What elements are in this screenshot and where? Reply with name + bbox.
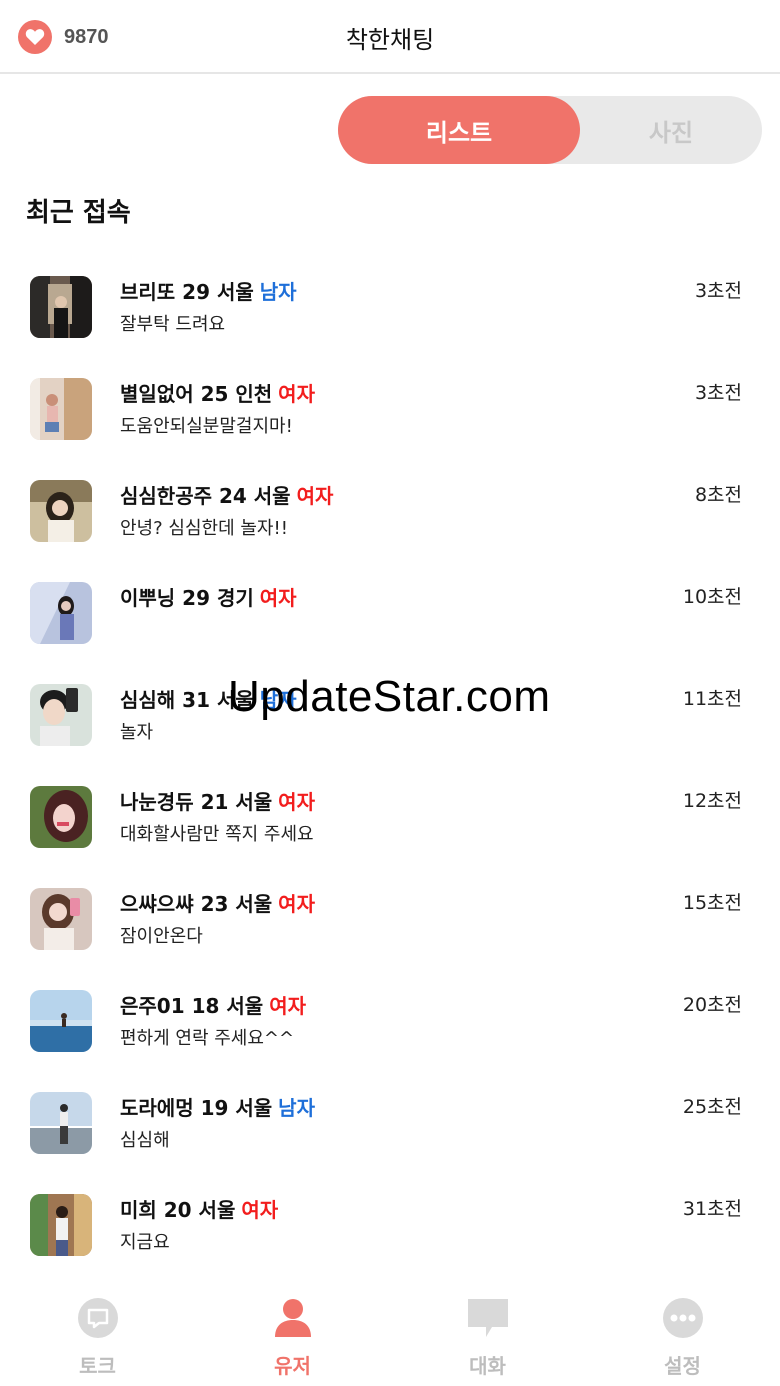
gender-label: 남자	[259, 688, 297, 712]
bottom-nav: 토크 유저 대화 설정	[0, 1280, 780, 1386]
avatar[interactable]	[30, 378, 92, 440]
list-item[interactable]: 심심해 31 서울 남자 놀자 11초전	[0, 666, 780, 768]
list-item[interactable]: 브리또 29 서울 남자 잘부탁 드려요 3초전	[0, 258, 780, 360]
user-name: 심심한공주 24 서울 여자	[120, 484, 334, 508]
user-message: 놀자	[120, 722, 154, 743]
avatar[interactable]	[30, 276, 92, 338]
list-item[interactable]: 별일없어 25 인천 여자 도움안되실분말걸지마! 3초전	[0, 360, 780, 462]
last-seen: 11초전	[682, 688, 742, 710]
gender-label: 남자	[278, 1096, 315, 1120]
gender-label: 여자	[269, 994, 307, 1018]
list-item[interactable]: 으쌰으쌰 23 서울 여자 잠이안온다 15초전	[0, 870, 780, 972]
gender-label: 여자	[296, 484, 334, 508]
user-name: 은주01 18 서울 여자	[120, 994, 307, 1018]
nav-label: 유저	[274, 1354, 311, 1378]
gender-label: 여자	[241, 1198, 279, 1222]
last-seen: 15초전	[682, 892, 742, 914]
user-message: 심심해	[120, 1130, 170, 1151]
user-name: 브리또 29 서울 남자	[120, 280, 297, 304]
gender-label: 남자	[259, 280, 297, 304]
user-list: 브리또 29 서울 남자 잘부탁 드려요 3초전 별일없어 25 인천 여자 도움안…	[0, 258, 780, 1278]
avatar[interactable]	[30, 990, 92, 1052]
user-message: 편하게 연락 주세요^^	[120, 1028, 295, 1049]
avatar[interactable]	[30, 1194, 92, 1256]
user-message: 도움안되실분말걸지마!	[120, 416, 293, 437]
talk-bubble-icon	[76, 1296, 120, 1340]
user-name: 도라에멍 19 서울 남자	[120, 1096, 315, 1120]
page-title: 착한채팅	[345, 26, 435, 54]
view-toggle: 리스트 사진	[338, 96, 762, 164]
user-name: 으쌰으쌰 23 서울 여자	[120, 892, 315, 916]
user-message: 안녕? 심심한데 놀자!!	[120, 518, 288, 539]
last-seen: 10초전	[682, 586, 742, 608]
nav-label: 설정	[664, 1354, 701, 1378]
user-name: 이뿌닝 29 경기 여자	[120, 586, 297, 610]
top-bar: 9870 착한채팅	[0, 0, 780, 74]
last-seen: 3초전	[694, 280, 742, 302]
chat-icon	[466, 1296, 510, 1340]
last-seen: 12초전	[682, 790, 742, 812]
last-seen: 31초전	[682, 1198, 742, 1220]
last-seen: 25초전	[682, 1096, 742, 1118]
gender-label: 여자	[278, 892, 315, 916]
last-seen: 20초전	[682, 994, 742, 1016]
user-message: 지금요	[120, 1232, 170, 1253]
avatar[interactable]	[30, 1092, 92, 1154]
avatar[interactable]	[30, 480, 92, 542]
gender-label: 여자	[278, 790, 315, 814]
list-item[interactable]: 미희 20 서울 여자 지금요 31초전	[0, 1176, 780, 1278]
user-icon	[271, 1296, 315, 1340]
nav-tab-users[interactable]: 유저	[195, 1280, 390, 1386]
user-message: 잘부탁 드려요	[120, 314, 226, 335]
toggle-photo-button[interactable]: 사진	[580, 96, 762, 164]
user-name: 별일없어 25 인천 여자	[120, 382, 315, 406]
avatar[interactable]	[30, 582, 92, 644]
app-root: 9870 착한채팅 리스트 사진 최근 접속 브리또 29 서울 남자 잘부탁 드…	[0, 0, 780, 1386]
toggle-list-button[interactable]: 리스트	[338, 96, 580, 164]
section-title: 최근 접속	[26, 198, 131, 228]
more-dots-icon	[661, 1296, 705, 1340]
user-message: 잠이안온다	[120, 926, 203, 947]
gender-label: 여자	[259, 586, 297, 610]
list-item[interactable]: 도라에멍 19 서울 남자 심심해 25초전	[0, 1074, 780, 1176]
avatar[interactable]	[30, 684, 92, 746]
user-name: 나눈경듀 21 서울 여자	[120, 790, 315, 814]
nav-tab-chat[interactable]: 대화	[390, 1280, 585, 1386]
list-item[interactable]: 심심한공주 24 서울 여자 안녕? 심심한데 놀자!! 8초전	[0, 462, 780, 564]
list-item[interactable]: 은주01 18 서울 여자 편하게 연락 주세요^^ 20초전	[0, 972, 780, 1074]
last-seen: 8초전	[694, 484, 742, 506]
user-name: 미희 20 서울 여자	[120, 1198, 279, 1222]
list-item[interactable]: 나눈경듀 21 서울 여자 대화할사람만 쪽지 주세요 12초전	[0, 768, 780, 870]
nav-label: 대화	[469, 1354, 506, 1378]
nav-tab-settings[interactable]: 설정	[585, 1280, 780, 1386]
user-message: 대화할사람만 쪽지 주세요	[120, 824, 314, 845]
avatar[interactable]	[30, 888, 92, 950]
avatar[interactable]	[30, 786, 92, 848]
nav-tab-talk[interactable]: 토크	[0, 1280, 195, 1386]
last-seen: 3초전	[694, 382, 742, 404]
gender-label: 여자	[278, 382, 315, 406]
list-item[interactable]: 이뿌닝 29 경기 여자 10초전	[0, 564, 780, 666]
user-name: 심심해 31 서울 남자	[120, 688, 297, 712]
nav-label: 토크	[79, 1354, 116, 1378]
